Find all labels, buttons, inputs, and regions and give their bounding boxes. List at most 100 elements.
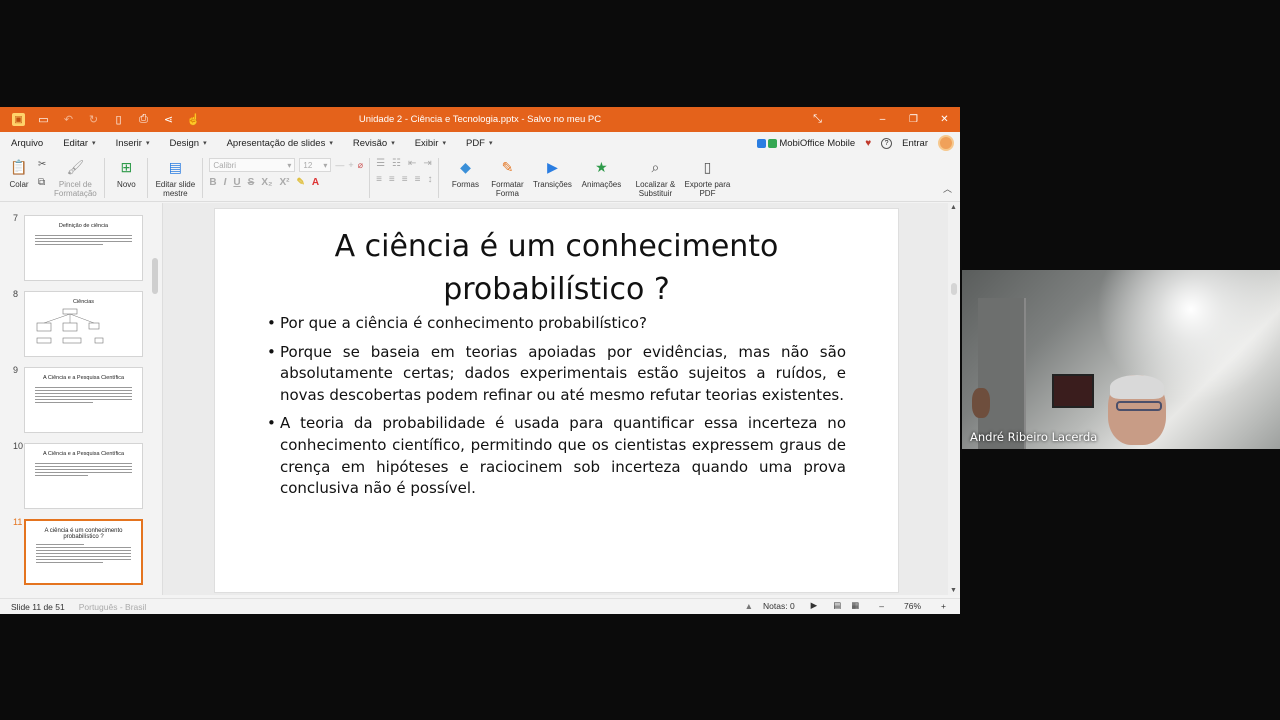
thumbnail-preview-active: A ciência é um conhecimento probabilísti… — [24, 519, 143, 585]
normal-view-icon[interactable]: ▤ — [833, 600, 841, 611]
transitions-button[interactable]: ▶ Transições — [529, 154, 575, 190]
thumbnail-number: 11 — [13, 517, 23, 527]
transitions-label: Transições — [533, 180, 572, 189]
font-size-select[interactable]: 12 ▾ — [299, 158, 332, 172]
save-icon[interactable]: ▭ — [31, 107, 56, 132]
thumbnail-number: 7 — [13, 213, 19, 223]
animations-button[interactable]: ★ Animações — [575, 154, 627, 190]
bullet-item: Porque se baseia em teorias apoiadas por… — [267, 342, 846, 407]
print-icon[interactable]: ⎙ — [131, 107, 156, 132]
italic-icon[interactable]: I — [224, 177, 227, 188]
divider — [369, 158, 371, 198]
accessibility-icon[interactable]: ▲ — [745, 601, 753, 611]
new-slide-button[interactable]: ⊞ Novo — [111, 154, 141, 190]
line-spacing-icon[interactable]: ↕ — [427, 174, 432, 185]
copy-icon[interactable]: ⧉ — [38, 177, 46, 189]
participant-name: André Ribeiro Lacerda — [970, 430, 1098, 444]
menu-pdf[interactable]: PDF ▾ — [455, 138, 502, 149]
menu-apresentacao[interactable]: Apresentação de slides ▾ — [216, 138, 342, 149]
touch-mode-icon[interactable]: ☝ — [181, 107, 206, 132]
numbered-list-icon[interactable]: ☷ — [392, 158, 401, 169]
shapes-button[interactable]: ◆ Formas — [445, 154, 485, 190]
scrollbar-thumb[interactable] — [951, 283, 957, 295]
new-document-icon[interactable]: ▯ — [106, 107, 131, 132]
export-pdf-button[interactable]: ▯ Exporte para PDF — [683, 154, 731, 199]
menu-design[interactable]: Design ▾ — [158, 138, 215, 149]
increase-indent-icon[interactable]: ⇥ — [423, 158, 431, 169]
thumbnail-slide-11[interactable]: 11 A ciência é um conhecimento probabilí… — [0, 517, 150, 587]
align-center-icon[interactable]: ≡ — [389, 174, 395, 185]
clear-format-icon[interactable]: ⌀ — [358, 160, 363, 171]
strikethrough-icon[interactable]: S — [248, 177, 255, 188]
menu-arquivo[interactable]: Arquivo — [0, 138, 52, 149]
font-color-icon[interactable]: A — [312, 177, 319, 188]
current-slide[interactable]: A ciência é um conhecimento probabilísti… — [214, 208, 899, 593]
chevron-down-icon: ▾ — [287, 160, 292, 170]
play-slideshow-icon[interactable]: ▶ — [811, 600, 818, 611]
underline-icon[interactable]: U — [233, 177, 240, 188]
zoom-out-icon[interactable]: – — [879, 601, 884, 611]
highlight-icon[interactable]: ✎ — [296, 177, 304, 188]
justify-icon[interactable]: ≡ — [415, 174, 421, 185]
slide-scrollbar[interactable]: ▲ ▼ — [948, 203, 960, 595]
slide-bullet-list[interactable]: Por que a ciência é conhecimento probabi… — [267, 313, 846, 507]
gift-icon[interactable]: ♥ — [865, 138, 871, 149]
export-pdf-label: Exporte para PDF — [684, 180, 731, 198]
help-icon[interactable]: ? — [881, 137, 893, 149]
thumbnail-slide-10[interactable]: 10 A Ciência e a Pesquisa Científica — [0, 441, 150, 511]
scroll-up-icon[interactable]: ▲ — [950, 204, 957, 211]
clipboard-icon: 📋 — [10, 158, 28, 175]
chevron-down-icon: ▾ — [488, 140, 493, 147]
edit-master-button[interactable]: ▤ Editar slide mestre — [154, 154, 196, 199]
zoom-in-icon[interactable]: + — [941, 601, 946, 611]
video-participant-hand — [972, 388, 990, 418]
align-right-icon[interactable]: ≡ — [402, 174, 408, 185]
thumbnail-slide-9[interactable]: 9 A Ciência e a Pesquisa Científica — [0, 365, 150, 435]
align-left-icon[interactable]: ≡ — [376, 174, 382, 185]
undo-icon[interactable]: ↶ — [56, 107, 81, 132]
menu-editar[interactable]: Editar ▾ — [52, 138, 104, 149]
decrease-indent-icon[interactable]: ⇤ — [408, 158, 416, 169]
format-shape-button[interactable]: ✎ Formatar Forma — [485, 154, 529, 199]
font-name-select[interactable]: Calibri ▾ — [209, 158, 296, 172]
bold-icon[interactable]: B — [209, 177, 216, 188]
slide-title[interactable]: A ciência é um conhecimento probabilísti… — [255, 225, 858, 311]
slide-canvas-area: A ciência é um conhecimento probabilísti… — [164, 203, 960, 595]
avatar[interactable] — [938, 135, 954, 151]
scroll-down-icon[interactable]: ▼ — [950, 587, 957, 594]
menu-inserir[interactable]: Inserir ▾ — [105, 138, 159, 149]
participant-video-tile[interactable]: André Ribeiro Lacerda — [962, 270, 1280, 449]
find-replace-button[interactable]: ⌕ Localizar & Substituir — [627, 154, 683, 199]
redo-icon[interactable]: ↻ — [81, 107, 106, 132]
menu-label: Design — [169, 137, 200, 149]
superscript-icon[interactable]: X² — [279, 177, 289, 188]
login-button[interactable]: Entrar — [902, 138, 928, 149]
format-painter-button[interactable]: 🖌 Pincel de Formatação — [52, 154, 98, 199]
thumbnail-slide-8[interactable]: 8 Ciências — [0, 289, 150, 359]
subscript-icon[interactable]: X₂ — [261, 177, 272, 188]
font-shrink-icon[interactable]: + — [348, 160, 353, 170]
collapse-ribbon-icon[interactable]: ︿ — [943, 182, 952, 195]
menu-exibir[interactable]: Exibir ▾ — [404, 138, 455, 149]
language-indicator[interactable]: Português - Brasil — [79, 602, 147, 612]
notes-toggle[interactable]: Notas: 0 — [763, 601, 795, 611]
thumbnail-scrollbar[interactable] — [151, 203, 159, 595]
cut-icon[interactable]: ✂ — [38, 159, 46, 171]
status-right-controls: ▲ Notas: 0 ▶ ▤ ▦ – 76% + — [745, 600, 946, 611]
mobioffice-link[interactable]: MobiOffice Mobile — [757, 138, 855, 149]
slide-sorter-icon[interactable]: ▦ — [851, 600, 859, 611]
zoom-level[interactable]: 76% — [904, 601, 921, 611]
scrollbar-thumb[interactable] — [152, 258, 158, 294]
paste-button[interactable]: 📋 Colar — [4, 154, 34, 190]
close-button[interactable]: ✕ — [929, 107, 960, 132]
thumbnail-slide-7[interactable]: 7 Definição de ciência — [0, 213, 150, 283]
thumbnail-preview: A Ciência e a Pesquisa Científica — [24, 367, 143, 433]
share-icon[interactable]: ⋖ — [156, 107, 181, 132]
font-grow-icon[interactable]: — — [335, 160, 344, 170]
text-format-buttons: B I U S X₂ X² ✎ A — [209, 177, 363, 188]
minimize-button[interactable]: – — [867, 107, 898, 132]
bullet-list-icon[interactable]: ☰ — [376, 158, 385, 169]
fullscreen-exit-icon[interactable]: ⤡ — [802, 107, 833, 132]
restore-button[interactable]: ❐ — [898, 107, 929, 132]
menu-revisao[interactable]: Revisão ▾ — [342, 138, 404, 149]
